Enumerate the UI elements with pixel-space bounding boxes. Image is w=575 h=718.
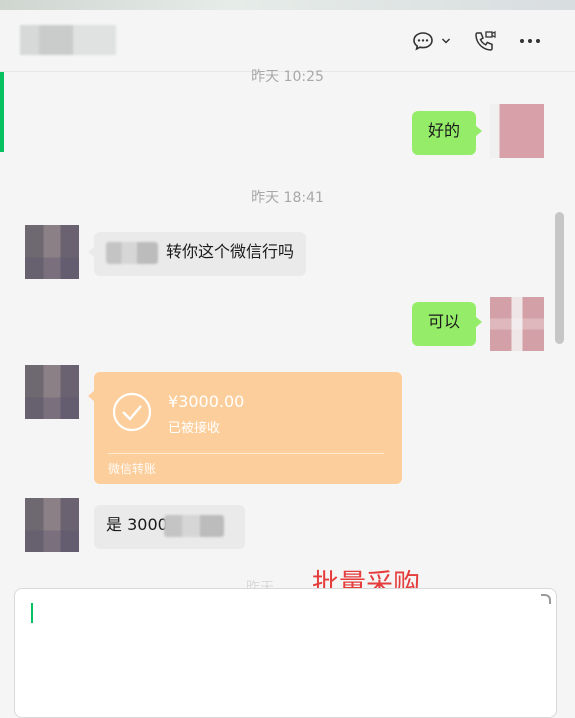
text-caret [31,603,33,623]
video-call-icon[interactable] [471,28,499,54]
avatar[interactable] [25,498,79,552]
contact-name-blurred [20,25,116,55]
avatar[interactable] [25,225,79,279]
message-bubble-other[interactable]: 是 3000 [94,505,245,549]
message-bubble-me[interactable]: 好的 [412,111,482,155]
timestamp: 昨天 10:25 [251,69,324,85]
avatar[interactable] [490,297,544,351]
transfer-card[interactable]: ¥3000.00 已被接收 微信转账 [88,372,402,484]
chat-icon[interactable] [410,28,436,54]
avatar[interactable] [490,104,544,158]
scrollbar[interactable] [555,212,564,344]
chevron-down-icon[interactable] [439,28,453,54]
redacted-text [106,241,158,264]
message-input[interactable] [14,588,557,718]
transfer-divider [108,453,384,454]
message-bubble-other[interactable]: 转你这个微信行吗 [87,232,307,276]
window-top-strip [0,0,575,10]
check-circle-icon [112,392,152,432]
avatar[interactable] [25,365,79,419]
transfer-status: 已被接收 [168,421,221,436]
chat-header [0,10,575,72]
message-text: 转你这个微信行吗 [166,242,295,261]
resize-handle[interactable] [541,594,551,604]
transfer-footer: 微信转账 [108,462,157,476]
transfer-amount: ¥3000.00 [168,392,245,411]
message-bubble-me[interactable]: 可以 [412,302,482,346]
redacted-text [163,514,224,537]
more-icon[interactable] [516,28,544,54]
timestamp: 昨天 18:41 [251,190,324,206]
message-text: 是 3000 [106,515,168,534]
